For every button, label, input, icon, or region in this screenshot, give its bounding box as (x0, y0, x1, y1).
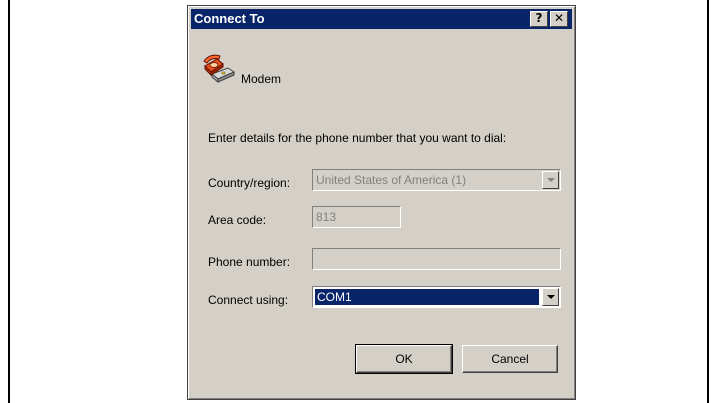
dialog-title: Connect To (194, 11, 265, 26)
connect-using-select[interactable]: COM1 (312, 286, 561, 308)
connect-to-dialog: Connect To ? ✕ Modem Enter details for t… (187, 5, 576, 400)
area-code-input[interactable]: 813 (312, 206, 401, 228)
connect-using-dropdown-button[interactable] (542, 288, 559, 306)
connection-name: Modem (241, 72, 282, 86)
chevron-down-icon (547, 295, 555, 299)
connect-using-label: Connect using: (208, 293, 289, 307)
help-button[interactable]: ? (530, 11, 548, 27)
cancel-button[interactable]: Cancel (462, 345, 558, 373)
close-button[interactable]: ✕ (550, 11, 568, 27)
area-code-label: Area code: (208, 213, 267, 227)
document-frame: Connect To ? ✕ Modem Enter details for t… (8, 0, 709, 403)
country-region-label: Country/region: (208, 176, 291, 190)
country-region-select[interactable]: United States of America (1) (312, 169, 561, 191)
telephone-modem-icon (202, 52, 236, 84)
ok-button[interactable]: OK (355, 344, 453, 374)
country-region-value: United States of America (1) (316, 173, 467, 187)
instructions-text: Enter details for the phone number that … (208, 131, 507, 145)
page: Connect To ? ✕ Modem Enter details for t… (0, 0, 718, 403)
close-icon: ✕ (553, 11, 565, 25)
help-icon: ? (535, 11, 543, 25)
title-bar: Connect To ? ✕ (191, 9, 572, 29)
phone-number-label: Phone number: (208, 255, 291, 269)
area-code-value: 813 (316, 210, 337, 224)
phone-number-input[interactable] (312, 248, 561, 270)
country-dropdown-button[interactable] (542, 171, 559, 189)
connect-using-value: COM1 (315, 289, 539, 305)
chevron-down-icon (547, 178, 555, 182)
